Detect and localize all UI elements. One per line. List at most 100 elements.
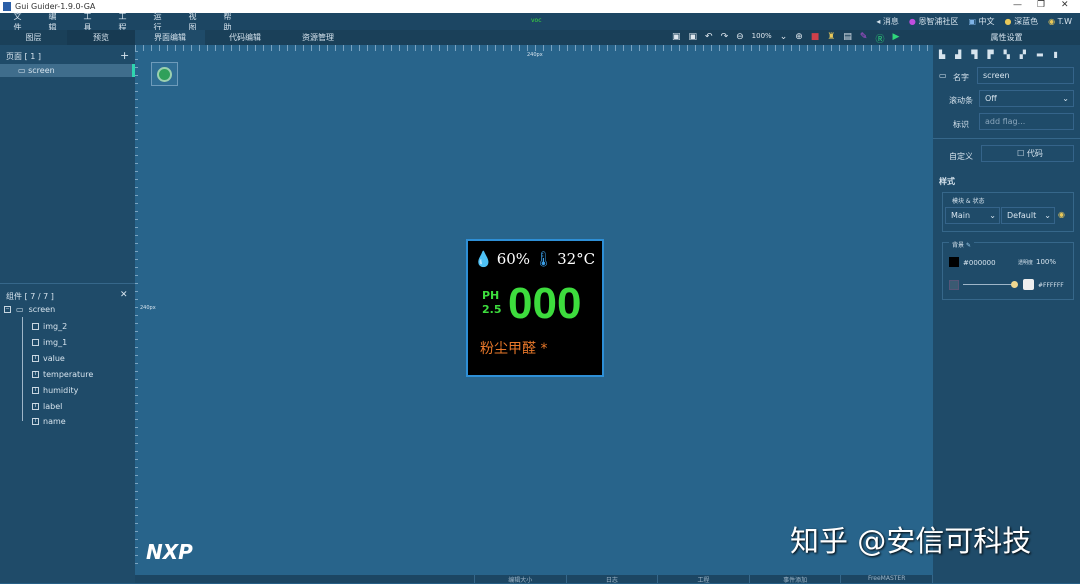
bg-color-value[interactable]: #000000 <box>963 259 996 267</box>
code-button[interactable]: ☐ 代码 <box>981 145 1074 162</box>
menu-bar: 文件 编辑 工具 工程 运行 视图 帮助 voc ◂ 消息 ● 恩智浦社区 ▣ … <box>0 12 1080 32</box>
tab-layers[interactable]: 图层 <box>0 30 67 45</box>
stop-icon[interactable]: ■ <box>811 32 820 45</box>
tab-bar: 图层 预览 界面编辑 代码编辑 资源管理 ▣ ▣ ↶ ↷ ⊖ 100% ⌄ ⊕ … <box>0 30 1080 45</box>
text-icon: T <box>32 386 39 394</box>
grad-start-swatch[interactable] <box>949 280 959 290</box>
close-icon[interactable]: ✕ <box>120 290 128 300</box>
align-right-icon[interactable]: ▜ <box>971 50 977 59</box>
temperature-text[interactable]: 32°C <box>557 250 595 268</box>
watermark: 知乎 @安信可科技 <box>790 524 1032 558</box>
name-text[interactable]: 粉尘甲醛 * <box>480 338 547 358</box>
bg-color-swatch[interactable] <box>949 257 959 267</box>
device-screen[interactable]: 💧 60% 🌡 32°C PH 2.5 000 粉尘甲醛 * <box>466 239 604 377</box>
grad-color-swatch[interactable] <box>1023 279 1034 290</box>
community-button[interactable]: ● 恩智浦社区 <box>909 16 959 27</box>
label-text[interactable]: PH 2.5 <box>482 289 502 317</box>
build-icon[interactable]: ✎ <box>860 32 868 45</box>
voc-badge: voc <box>531 17 542 24</box>
brush-icon: ✎ <box>965 242 971 249</box>
add-page-button[interactable]: + <box>120 49 129 62</box>
part-state-label: 模块 & 状态 <box>949 196 988 205</box>
register-icon[interactable]: Ⓡ <box>875 32 884 45</box>
value-text[interactable]: 000 <box>508 279 581 329</box>
paste-icon[interactable]: ▣ <box>689 32 698 45</box>
humidity-text[interactable]: 60% <box>497 250 530 268</box>
align-toolbar: ▙ ▟ ▜ ▛ ▚ ▞ ▬ ▮ <box>939 50 1058 59</box>
flag-input[interactable]: add flag... <box>979 113 1074 130</box>
align-center-icon[interactable]: ▟ <box>955 50 961 59</box>
text-icon: T <box>32 417 39 425</box>
slider-handle[interactable] <box>1011 281 1018 288</box>
widget-name[interactable]: Tname <box>32 414 66 428</box>
text-icon: T <box>32 402 39 410</box>
screen-thumbnail-button[interactable] <box>151 62 178 86</box>
scroll-select[interactable]: Off ⌄ <box>979 90 1074 107</box>
status-project[interactable]: 工程 <box>658 575 750 584</box>
widget-img-2[interactable]: img_2 <box>32 319 67 333</box>
widgets-header: 组件 [ 7 / 7 ] <box>6 292 54 301</box>
background-header: 背景 ✎ <box>949 240 974 249</box>
close-button[interactable]: ✕ <box>1061 0 1069 10</box>
gradient-slider[interactable] <box>963 284 1013 285</box>
minimize-button[interactable]: — <box>1013 0 1022 10</box>
chevron-down-icon: ⌄ <box>1044 211 1051 220</box>
align-top-icon[interactable]: ▛ <box>987 50 993 59</box>
align-bottom-icon[interactable]: ▞ <box>1020 50 1026 59</box>
tab-design[interactable]: 界面编辑 <box>135 30 205 45</box>
tab-code[interactable]: 代码编辑 <box>210 30 280 45</box>
status-log[interactable]: 日志 <box>567 575 659 584</box>
zoom-out-icon[interactable]: ⊖ <box>736 32 744 45</box>
tab-properties[interactable]: 属性设置 <box>933 30 1080 45</box>
nxp-logo: NXP <box>146 540 193 564</box>
widget-root[interactable]: − ▭ screen <box>4 305 55 314</box>
grad-color-value[interactable]: #FFFFFF <box>1038 282 1064 289</box>
collapse-icon[interactable]: − <box>4 306 11 313</box>
zoom-in-icon[interactable]: ⊕ <box>795 32 803 45</box>
eye-icon[interactable]: ◉ <box>1058 210 1065 219</box>
align-middle-icon[interactable]: ▚ <box>1004 50 1010 59</box>
redo-icon[interactable]: ↷ <box>721 32 729 45</box>
chevron-down-icon: ⌄ <box>989 211 996 220</box>
export-icon[interactable]: ▤ <box>843 32 852 45</box>
scroll-label: 滚动条 <box>949 96 973 105</box>
restore-button[interactable]: ❐ <box>1037 0 1045 10</box>
chevron-down-icon: ⌄ <box>1062 94 1069 103</box>
status-freemaster[interactable]: FreeMASTER <box>841 575 933 583</box>
name-input[interactable]: screen <box>977 67 1074 84</box>
style-header: 样式 <box>939 177 955 186</box>
widget-img-1[interactable]: img_1 <box>32 335 67 349</box>
widget-humidity[interactable]: Thumidity <box>32 383 78 397</box>
run-icon[interactable]: ▶ <box>892 32 899 45</box>
community-icon: ● <box>908 17 919 26</box>
align-left-icon[interactable]: ▙ <box>939 50 945 59</box>
status-bar: 编辑大小 日志 工程 事件添加 FreeMASTER <box>135 575 933 584</box>
distribute-v-icon[interactable]: ▮ <box>1054 50 1058 59</box>
chevron-down-icon[interactable]: ⌄ <box>780 32 788 45</box>
undo-icon[interactable]: ↶ <box>705 32 713 45</box>
text-icon: T <box>32 354 39 362</box>
copy-icon[interactable]: ▣ <box>672 32 681 45</box>
widget-temperature[interactable]: Ttemperature <box>32 367 93 381</box>
status-events[interactable]: 事件添加 <box>750 575 842 584</box>
clean-icon[interactable]: ♜ <box>827 32 835 45</box>
language-button[interactable]: ▣ 中文 <box>968 16 994 27</box>
state-select[interactable]: Default ⌄ <box>1001 207 1055 224</box>
tab-resources[interactable]: 资源管理 <box>283 30 353 45</box>
page-item-screen[interactable]: ▭ screen <box>0 64 135 77</box>
custom-label: 自定义 <box>949 152 973 161</box>
distribute-h-icon[interactable]: ▬ <box>1036 50 1044 59</box>
user-button[interactable]: ◉ T.W <box>1048 17 1072 26</box>
widget-label[interactable]: Tlabel <box>32 399 62 413</box>
widget-value[interactable]: Tvalue <box>32 351 65 365</box>
status-edit-size[interactable]: 编辑大小 <box>475 575 567 584</box>
messages-button[interactable]: ◂ 消息 <box>876 16 899 27</box>
toolbar: ▣ ▣ ↶ ↷ ⊖ 100% ⌄ ⊕ ■ ♜ ▤ ✎ Ⓡ ▶ <box>672 32 899 45</box>
part-select[interactable]: Main ⌄ <box>945 207 1000 224</box>
theme-button[interactable]: ● 深蓝色 <box>1005 16 1039 27</box>
opacity-value[interactable]: 100% <box>1036 258 1056 266</box>
zoom-level[interactable]: 100% <box>752 32 772 45</box>
opacity-label: 透明度 <box>1018 260 1034 266</box>
tab-preview[interactable]: 预览 <box>67 30 135 45</box>
image-icon <box>32 338 39 346</box>
